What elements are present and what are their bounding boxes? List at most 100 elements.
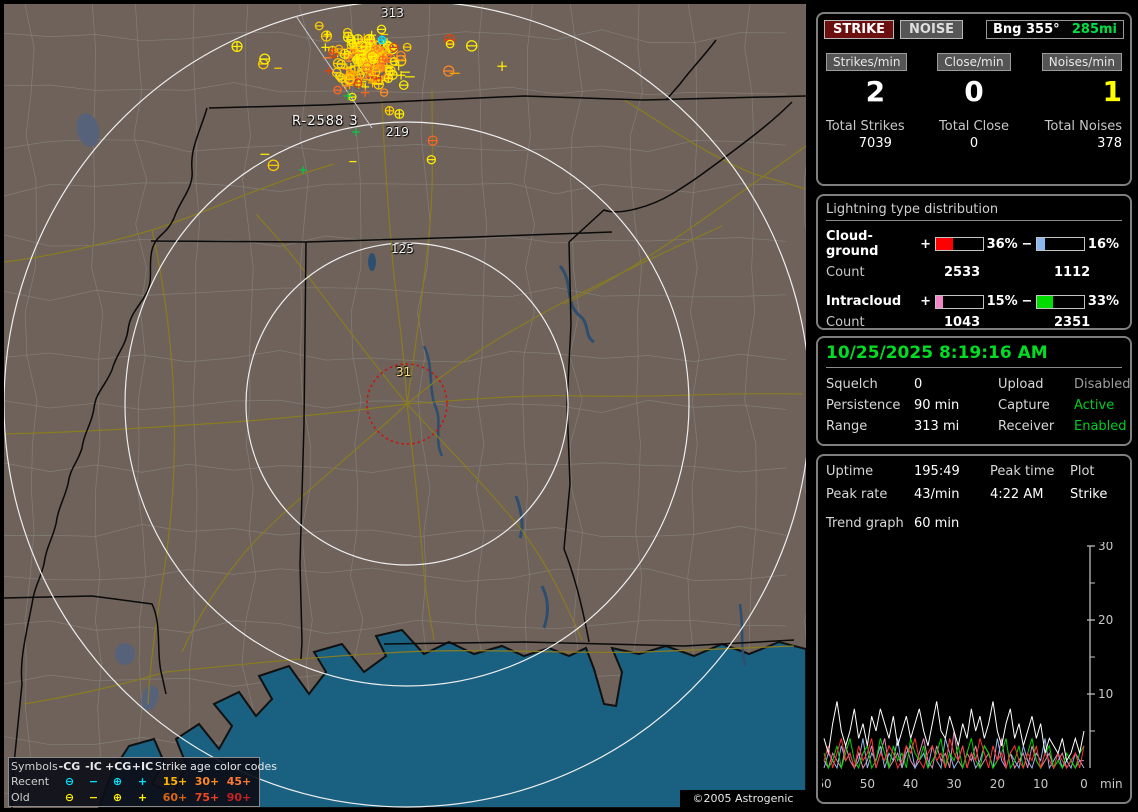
cg-positive-count: 2533 — [944, 265, 981, 280]
range-value: 313 mi — [914, 419, 960, 434]
svg-text:20: 20 — [1098, 613, 1113, 627]
total-close-value: 0 — [969, 136, 979, 151]
storm-cell-label: R-2588 3 — [292, 114, 359, 129]
ic-positive-bar — [934, 294, 984, 309]
old-pos-ic-icon: + — [137, 790, 148, 804]
trend-graph: 10 20 30 60 50 40 30 20 10 0 min — [816, 539, 1130, 800]
ring-label-31: 31 — [396, 365, 412, 379]
sidebar: STRIKE NOISE Bng 355° 285mi Strikes/min … — [812, 0, 1138, 812]
capture-label: Capture — [998, 398, 1050, 413]
strikes-per-min-value: 2 — [865, 75, 886, 108]
svg-text:20: 20 — [990, 777, 1005, 791]
old-neg-ic-icon: − — [88, 790, 99, 804]
ic-count-label: Count — [826, 315, 865, 330]
status-panel: 10/25/2025 8:19:16 AM Squelch 0 Upload D… — [816, 336, 1132, 446]
receiver-value: Enabled — [1074, 419, 1127, 434]
cg-count-label: Count — [826, 265, 865, 280]
svg-text:30: 30 — [1098, 542, 1113, 553]
svg-text:60: 60 — [822, 777, 832, 791]
capture-value: Active — [1074, 398, 1115, 413]
cg-positive-pct: 36% — [986, 236, 1018, 252]
peak-rate-label: Peak rate — [826, 487, 888, 502]
total-noises-value: 378 — [1097, 136, 1122, 151]
age-30: 30+ — [194, 775, 220, 789]
age-75: 75+ — [194, 790, 220, 804]
distribution-title: Lightning type distribution — [826, 202, 1122, 221]
svg-text:10: 10 — [1033, 777, 1048, 791]
cg-positive-bar — [934, 237, 984, 251]
legend-row-recent: Recent — [11, 775, 50, 789]
recent-neg-ic-icon: − — [88, 775, 99, 789]
recent-pos-cg-icon: ⊕ — [112, 775, 123, 789]
plus-sign: + — [920, 236, 932, 252]
legend-col-pos-cg: +CG — [105, 760, 132, 773]
legend-age-title: Strike age color codes — [155, 760, 277, 773]
noises-per-min-value: 1 — [1102, 75, 1122, 108]
peak-time-value: 4:22 AM — [990, 487, 1044, 502]
trend-graph-value: 60 min — [914, 516, 960, 531]
plot-value: Strike — [1070, 487, 1108, 502]
legend-col-neg-cg: -CG — [58, 760, 81, 773]
recent-pos-ic-icon: + — [137, 775, 148, 789]
old-pos-cg-icon: ⊕ — [112, 790, 123, 804]
cg-negative-pct: 16% — [1087, 236, 1120, 252]
ic-negative-bar — [1036, 294, 1085, 309]
session-panel: Uptime 195:49 Peak time Plot Peak rate 4… — [816, 454, 1132, 804]
svg-text:0: 0 — [1080, 777, 1088, 791]
ring-label-313: 313 — [381, 6, 404, 20]
squelch-label: Squelch — [826, 377, 878, 392]
svg-text:10: 10 — [1098, 687, 1113, 701]
datetime-display: 10/25/2025 8:19:16 AM — [826, 343, 1122, 368]
svg-text:50: 50 — [860, 777, 875, 791]
ring-label-219: 219 — [386, 125, 409, 139]
counters-panel: STRIKE NOISE Bng 355° 285mi Strikes/min … — [816, 12, 1132, 186]
range-label: Range — [826, 419, 868, 434]
legend-col-pos-ic: +IC — [131, 760, 154, 773]
age-45: 45+ — [226, 775, 252, 789]
total-noises-label: Total Noises — [1044, 119, 1122, 134]
ring-label-125: 125 — [391, 242, 414, 256]
persistence-label: Persistence — [826, 398, 901, 413]
bearing-value: Bng 355° — [993, 22, 1060, 37]
ic-negative-pct: 33% — [1087, 294, 1120, 309]
noise-mode-button[interactable]: NOISE — [900, 20, 964, 39]
age-15: 15+ — [162, 775, 188, 789]
distribution-panel: Lightning type distribution Cloud-ground… — [816, 194, 1132, 330]
plus-sign: + — [920, 294, 932, 309]
close-per-min-chip: Close/min — [937, 53, 1011, 71]
strikes-per-min-chip: Strikes/min — [826, 53, 908, 71]
intracloud-label: Intracloud — [826, 294, 902, 309]
old-neg-cg-icon: ⊖ — [64, 790, 75, 804]
peak-rate-value: 43/min — [914, 487, 960, 502]
ic-positive-count: 1043 — [944, 315, 981, 330]
map-area[interactable]: 313 219 125 31 R-2588 3 Symbols -CG -IC … — [4, 4, 806, 808]
trend-graph-label: Trend graph — [826, 516, 904, 531]
plot-label: Plot — [1070, 464, 1095, 479]
upload-value: Disabled — [1074, 377, 1131, 392]
squelch-value: 0 — [914, 377, 923, 392]
symbol-legend: Symbols -CG -IC +CG +IC Strike age color… — [8, 757, 277, 807]
recent-neg-cg-icon: ⊖ — [64, 775, 75, 789]
age-90: 90+ — [226, 790, 252, 804]
total-close-label: Total Close — [939, 119, 1009, 134]
svg-text:30: 30 — [946, 777, 961, 791]
legend-row-old: Old — [11, 790, 30, 804]
legend-symbols-header: Symbols — [11, 760, 58, 773]
cg-negative-bar — [1036, 237, 1085, 251]
age-60: 60+ — [162, 790, 188, 804]
bearing-readout: Bng 355° 285mi — [986, 20, 1124, 39]
close-per-min-value: 0 — [964, 75, 984, 108]
copyright-text: ©2005 Astrogenic Systems — [680, 790, 806, 808]
minus-sign: − — [1021, 236, 1033, 252]
svg-text:40: 40 — [903, 777, 918, 791]
total-strikes-value: 7039 — [858, 136, 892, 151]
nexstorm-window: 313 219 125 31 R-2588 3 Symbols -CG -IC … — [0, 0, 1138, 812]
strike-mode-button[interactable]: STRIKE — [824, 20, 895, 39]
persistence-value: 90 min — [914, 398, 960, 413]
cloud-ground-label: Cloud-ground — [826, 229, 879, 259]
total-strikes-label: Total Strikes — [826, 119, 905, 134]
noises-per-min-chip: Noises/min — [1041, 53, 1122, 71]
minus-sign: − — [1021, 294, 1033, 309]
distance-value: 285mi — [1071, 22, 1117, 37]
ic-negative-count: 2351 — [1054, 315, 1091, 330]
